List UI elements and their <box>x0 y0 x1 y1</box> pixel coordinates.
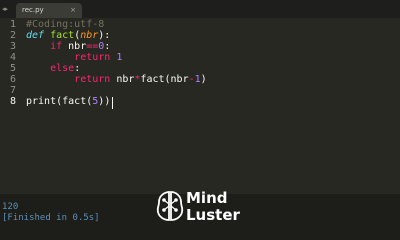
sublime-text-window: ◂▸ rec.py × 1 2 3 4 5 6 7 8 #Coding:utf-… <box>0 0 400 240</box>
code-editor[interactable]: 1 2 3 4 5 6 7 8 #Coding:utf-8 def fact(n… <box>0 18 400 194</box>
parameter-token: nbr <box>80 30 99 41</box>
brain-icon <box>156 191 184 221</box>
keyword-token: else <box>50 63 75 74</box>
identifier-token: nbr <box>62 41 87 52</box>
punctuation-token: ) <box>200 74 207 85</box>
line-number: 7 <box>9 85 16 96</box>
code-line: if nbr==0: <box>26 41 110 52</box>
identifier-token: fact(nbr <box>140 74 189 85</box>
text-cursor <box>112 97 113 109</box>
comment-token: #Coding:utf-8 <box>26 19 105 30</box>
file-tab-label: rec.py <box>22 6 44 14</box>
file-tab[interactable]: rec.py × <box>16 3 82 18</box>
line-number: 3 <box>9 41 16 52</box>
builtin-call-token: print <box>26 96 57 107</box>
punctuation-token: ): <box>98 30 111 41</box>
line-number-gutter: 1 2 3 4 5 6 7 8 <box>0 18 20 194</box>
logo-word-mind: Mind <box>186 189 228 207</box>
mind-luster-logo: Mind Luster <box>156 188 256 228</box>
punctuation-token: : <box>104 41 111 52</box>
keyword-token: def <box>26 30 45 41</box>
line-number: 6 <box>9 74 16 85</box>
logo-word-luster: Luster <box>186 206 240 224</box>
code-line: def fact(nbr): <box>26 30 110 41</box>
function-call-token: fact <box>62 96 87 107</box>
tab-bar: ◂▸ rec.py × <box>0 0 400 18</box>
code-line: else: <box>26 63 80 74</box>
number-token: 1 <box>110 52 123 63</box>
operator-token: == <box>86 41 99 52</box>
function-name-token: fact <box>50 30 75 41</box>
line-number: 5 <box>9 63 16 74</box>
output-finished-status: [Finished in 0.5s] <box>2 213 100 223</box>
code-line: return nbr*fact(nbr-1) <box>26 74 207 85</box>
punctuation-token: : <box>74 63 81 74</box>
code-line: return 1 <box>26 52 122 63</box>
keyword-token: return <box>74 52 111 63</box>
line-number: 1 <box>9 19 16 30</box>
close-tab-icon[interactable]: × <box>70 5 76 15</box>
output-result: 120 <box>2 202 19 212</box>
line-number: 2 <box>9 30 16 41</box>
code-line: print(fact(5)) <box>26 96 110 107</box>
tab-navigation-arrows-icon[interactable]: ◂▸ <box>2 4 16 14</box>
line-number: 4 <box>9 52 16 63</box>
punctuation-token: )) <box>98 96 111 107</box>
keyword-token: return <box>74 74 111 85</box>
identifier-token: nbr <box>110 74 135 85</box>
code-line: #Coding:utf-8 <box>26 19 104 30</box>
line-number-active: 8 <box>9 96 16 107</box>
keyword-token: if <box>50 41 63 52</box>
